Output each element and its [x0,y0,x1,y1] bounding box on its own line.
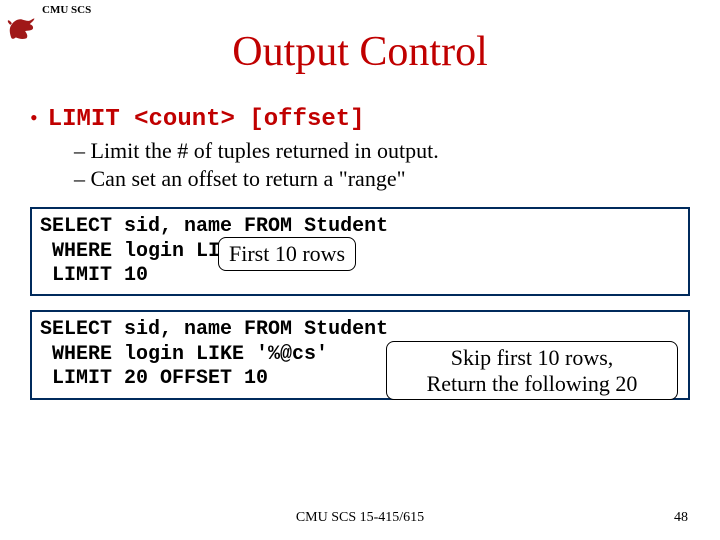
code-block-1: SELECT sid, name FROM Student WHERE logi… [30,207,690,296]
footer-page-number: 48 [674,510,688,526]
sub-bullet-1-text: Limit the # of tuples returned in output… [91,138,439,163]
callout-skip-10: Skip first 10 rows,Return the following … [386,341,678,400]
footer-course: CMU SCS 15-415/615 [0,510,720,526]
header-org: CMU SCS [42,4,91,16]
main-bullet-text: LIMIT <count> [offset] [48,106,365,133]
sub-bullet-2-text: Can set an offset to return a "range" [91,166,406,191]
sub-bullet-1: – Limit the # of tuples returned in outp… [74,137,690,165]
slide-content: • LIMIT <count> [offset] – Limit the # o… [30,106,690,400]
slide-title: Output Control [0,28,720,76]
bullet-dot-icon: • [30,107,38,129]
main-bullet: • LIMIT <count> [offset] [30,106,690,133]
sub-bullet-2: – Can set an offset to return a "range" [74,165,690,193]
callout-first-10: First 10 rows [218,237,356,270]
code-block-2: SELECT sid, name FROM Student WHERE logi… [30,310,690,399]
